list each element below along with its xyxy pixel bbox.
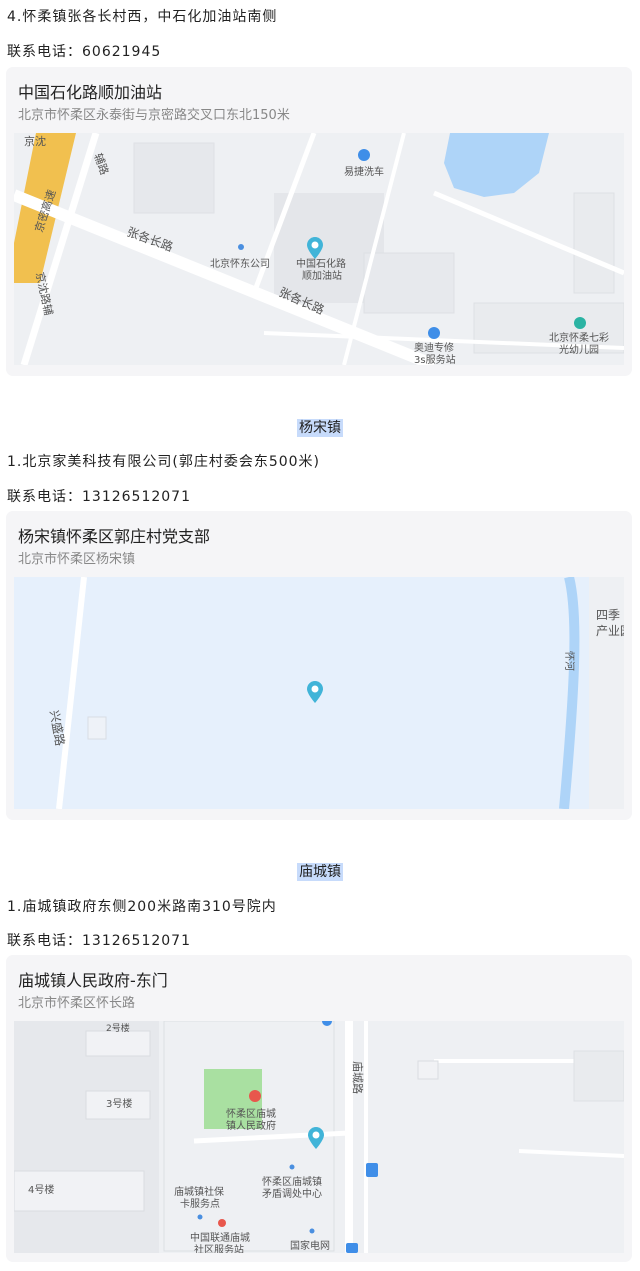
map-label: 怀河	[563, 651, 575, 671]
location-pin-icon	[307, 237, 323, 259]
location-name: 庙城镇人民政府-东门	[18, 971, 168, 990]
location-address: 北京市怀柔区杨宋镇	[18, 552, 136, 567]
map-label: 卡服务点	[180, 1197, 220, 1210]
map-label: 四季	[596, 608, 620, 622]
map-label: 京沈	[24, 134, 46, 148]
location-card-guozhuang[interactable]: 杨宋镇怀柔区郭庄村党支部 北京市怀柔区杨宋镇 兴盛路 怀河 四季 产业园	[6, 511, 632, 820]
phone-line-miaocheng: 联系电话：13126512071	[7, 933, 191, 949]
map-label: 奥迪专修	[414, 341, 454, 354]
map-label: 庙城镇社保	[174, 1185, 224, 1198]
location-address: 北京市怀柔区永泰街与京密路交叉口东北150米	[18, 108, 290, 123]
phone-line-yangsong: 联系电话：13126512071	[7, 489, 191, 505]
phone-line-huairou: 联系电话：60621945	[7, 44, 162, 60]
map-label: 4号楼	[28, 1183, 54, 1196]
map-label: 3号楼	[106, 1097, 132, 1110]
map-label: 顺加油站	[302, 269, 342, 282]
section-title-yangsong: 杨宋镇	[297, 419, 343, 437]
section-title-miaocheng: 庙城镇	[297, 863, 343, 881]
map-label: 庙城路	[351, 1061, 365, 1094]
map-label: 产业园	[596, 624, 624, 638]
location-card-miaocheng-gov[interactable]: 庙城镇人民政府-东门 北京市怀柔区怀长路 2号楼 3号楼 4号楼 庙城路 怀柔区…	[6, 955, 632, 1262]
map-label: 社区服务站	[194, 1243, 244, 1253]
location-name: 杨宋镇怀柔区郭庄村党支部	[18, 527, 211, 546]
address-line-miaocheng: 1.庙城镇政府东侧200米路南310号院内	[7, 899, 277, 915]
map-label: 北京怀东公司	[210, 257, 270, 270]
map-view[interactable]: 京沈 京密高速 辅路 张各长路 张各长路 北京怀东公司 中国石化路 顺加油站 易…	[14, 133, 624, 365]
map-label: 矛盾调处中心	[262, 1187, 322, 1200]
map-label: 北京怀柔七彩	[549, 331, 609, 344]
location-name: 中国石化路顺加油站	[18, 83, 163, 102]
map-label: 国家电网	[290, 1239, 330, 1252]
address-line-huairou: 4.怀柔镇张各长村西，中石化加油站南侧	[7, 9, 278, 25]
map-label: 怀柔区庙城镇	[262, 1175, 322, 1188]
map-label: 3s服务站	[414, 353, 456, 365]
location-pin-icon	[308, 1127, 324, 1149]
map-label: 光幼儿园	[559, 343, 599, 356]
map-label: 中国联通庙城	[190, 1231, 250, 1244]
map-view[interactable]: 2号楼 3号楼 4号楼 庙城路 怀柔区庙城 镇人民政府 庙城镇社保 卡服务点 中…	[14, 1021, 624, 1253]
map-label: 怀柔区庙城	[226, 1107, 276, 1120]
map-label: 易捷洗车	[344, 165, 384, 178]
map-label: 镇人民政府	[226, 1119, 276, 1132]
map-view[interactable]: 兴盛路 怀河 四季 产业园	[14, 577, 624, 809]
address-line-yangsong: 1.北京家美科技有限公司(郭庄村委会东500米)	[7, 454, 321, 470]
location-address: 北京市怀柔区怀长路	[18, 996, 136, 1011]
map-label: 2号楼	[106, 1022, 130, 1034]
location-card-sinopec[interactable]: 中国石化路顺加油站 北京市怀柔区永泰街与京密路交叉口东北150米 京沈 京密高速	[6, 67, 632, 376]
location-pin-icon	[307, 681, 323, 703]
